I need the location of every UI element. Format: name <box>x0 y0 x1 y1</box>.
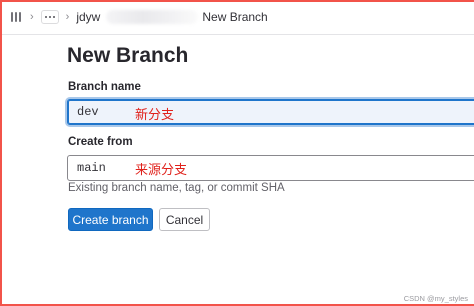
top-bar: › › jdyw New Branch <box>0 0 474 35</box>
branch-name-annotation: 新分支 <box>135 108 175 123</box>
create-from-annotation: 来源分支 <box>135 163 188 178</box>
create-from-label: Create from <box>68 136 133 148</box>
create-branch-button[interactable]: Create branch <box>68 208 153 231</box>
create-from-value: main <box>77 161 106 175</box>
chevron-right-icon: › <box>30 11 34 23</box>
create-from-input[interactable]: main <box>67 155 474 181</box>
breadcrumb-more-button[interactable] <box>40 10 59 24</box>
branch-name-label: Branch name <box>68 81 141 93</box>
chevron-right-icon: › <box>65 11 70 23</box>
branch-name-value: dev <box>77 105 99 119</box>
create-from-hint: Existing branch name, tag, or commit SHA <box>68 182 285 194</box>
breadcrumb-current: New Branch <box>202 10 268 24</box>
breadcrumb-project-link[interactable]: jdyw <box>76 10 100 24</box>
page-title: New Branch <box>67 44 189 67</box>
cancel-button[interactable]: Cancel <box>159 208 210 231</box>
branch-name-input[interactable]: dev <box>67 99 474 125</box>
watermark: CSDN @my_styles <box>403 294 468 303</box>
redacted-area <box>106 10 199 24</box>
sidebar-toggle-icon[interactable] <box>11 12 23 22</box>
